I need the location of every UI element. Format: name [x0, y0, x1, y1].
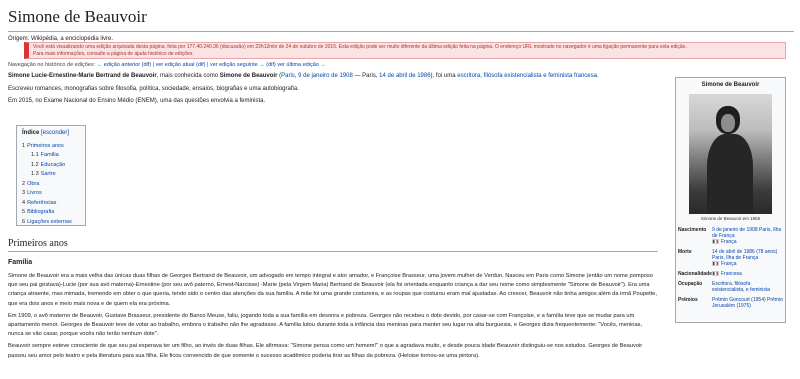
infobox-row: Ocupação Escritora, filósofa existenciali… — [678, 281, 783, 293]
infobox-value-link[interactable]: 14 de abril de 1986 (78 anos) Paris, Ilh… — [712, 249, 783, 261]
country-link[interactable]: França — [721, 261, 737, 267]
country-link[interactable]: França — [721, 239, 737, 245]
infobox-row-value: 9 de janeiro de 1908 Paris, Ilha de Fran… — [712, 227, 783, 245]
infobox-row-value: Francesa — [712, 271, 783, 277]
infobox-row: Nacionalidade Francesa — [678, 271, 783, 277]
france-flag-icon — [712, 270, 719, 276]
infobox-title: Simone de Beauvoir — [701, 82, 760, 88]
photo-caption: Simone de Beauvoir em 1955 — [700, 216, 761, 221]
france-flag-icon — [712, 238, 719, 244]
infobox-value-link[interactable]: Prêmio Goncourt (1954) Prêmio Jerusalém … — [712, 297, 783, 309]
country-line: França — [712, 239, 783, 245]
portrait-photo[interactable] — [689, 94, 772, 214]
country-line: França — [712, 261, 783, 267]
infobox: Simone de Beauvoir Simone de Beauvoir em… — [675, 77, 786, 323]
infobox-row-label: Morte — [678, 248, 692, 255]
infobox-row: Nascimento 9 de janeiro de 1908 Paris, Il… — [678, 227, 783, 245]
infobox-row-label: Nascimento — [678, 226, 707, 233]
infobox-rows: Nascimento 9 de janeiro de 1908 Paris, Il… — [678, 227, 783, 309]
notice-line-2: Para mais informações, consulte a página… — [33, 51, 194, 57]
infobox-value-link[interactable]: 9 de janeiro de 1908 Paris, Ilha de Fran… — [712, 227, 783, 239]
infobox-row-value: 14 de abril de 1986 (78 anos) Paris, Ilh… — [712, 249, 783, 267]
photo-figure-face — [721, 114, 735, 132]
infobox-row-label: Prêmios — [678, 296, 698, 303]
infobox-row-value: Escritora, filósofa existencialista, e f… — [712, 281, 783, 293]
country-link[interactable]: Francesa — [721, 271, 742, 277]
infobox-row-label: Nacionalidade — [678, 270, 712, 277]
notice-line-1: Você está visualizando uma edição arquiv… — [33, 44, 687, 50]
infobox-row: Morte 14 de abril de 1986 (78 anos) Paris… — [678, 249, 783, 267]
infobox-row: Prêmios Prêmio Goncourt (1954) Prêmio Jer… — [678, 297, 783, 309]
page-title: Simone de Beauvoir — [8, 0, 794, 32]
infobox-row-label: Ocupação — [678, 280, 703, 287]
photo-figure-body — [707, 134, 753, 214]
country-line: Francesa — [712, 271, 783, 277]
infobox-value-link[interactable]: Escritora, filósofa existencialista, e f… — [712, 281, 783, 293]
france-flag-icon — [712, 260, 719, 266]
archived-revision-notice: Você está visualizando uma edição arquiv… — [24, 42, 786, 59]
infobox-row-value: Prêmio Goncourt (1954) Prêmio Jerusalém … — [712, 297, 783, 309]
